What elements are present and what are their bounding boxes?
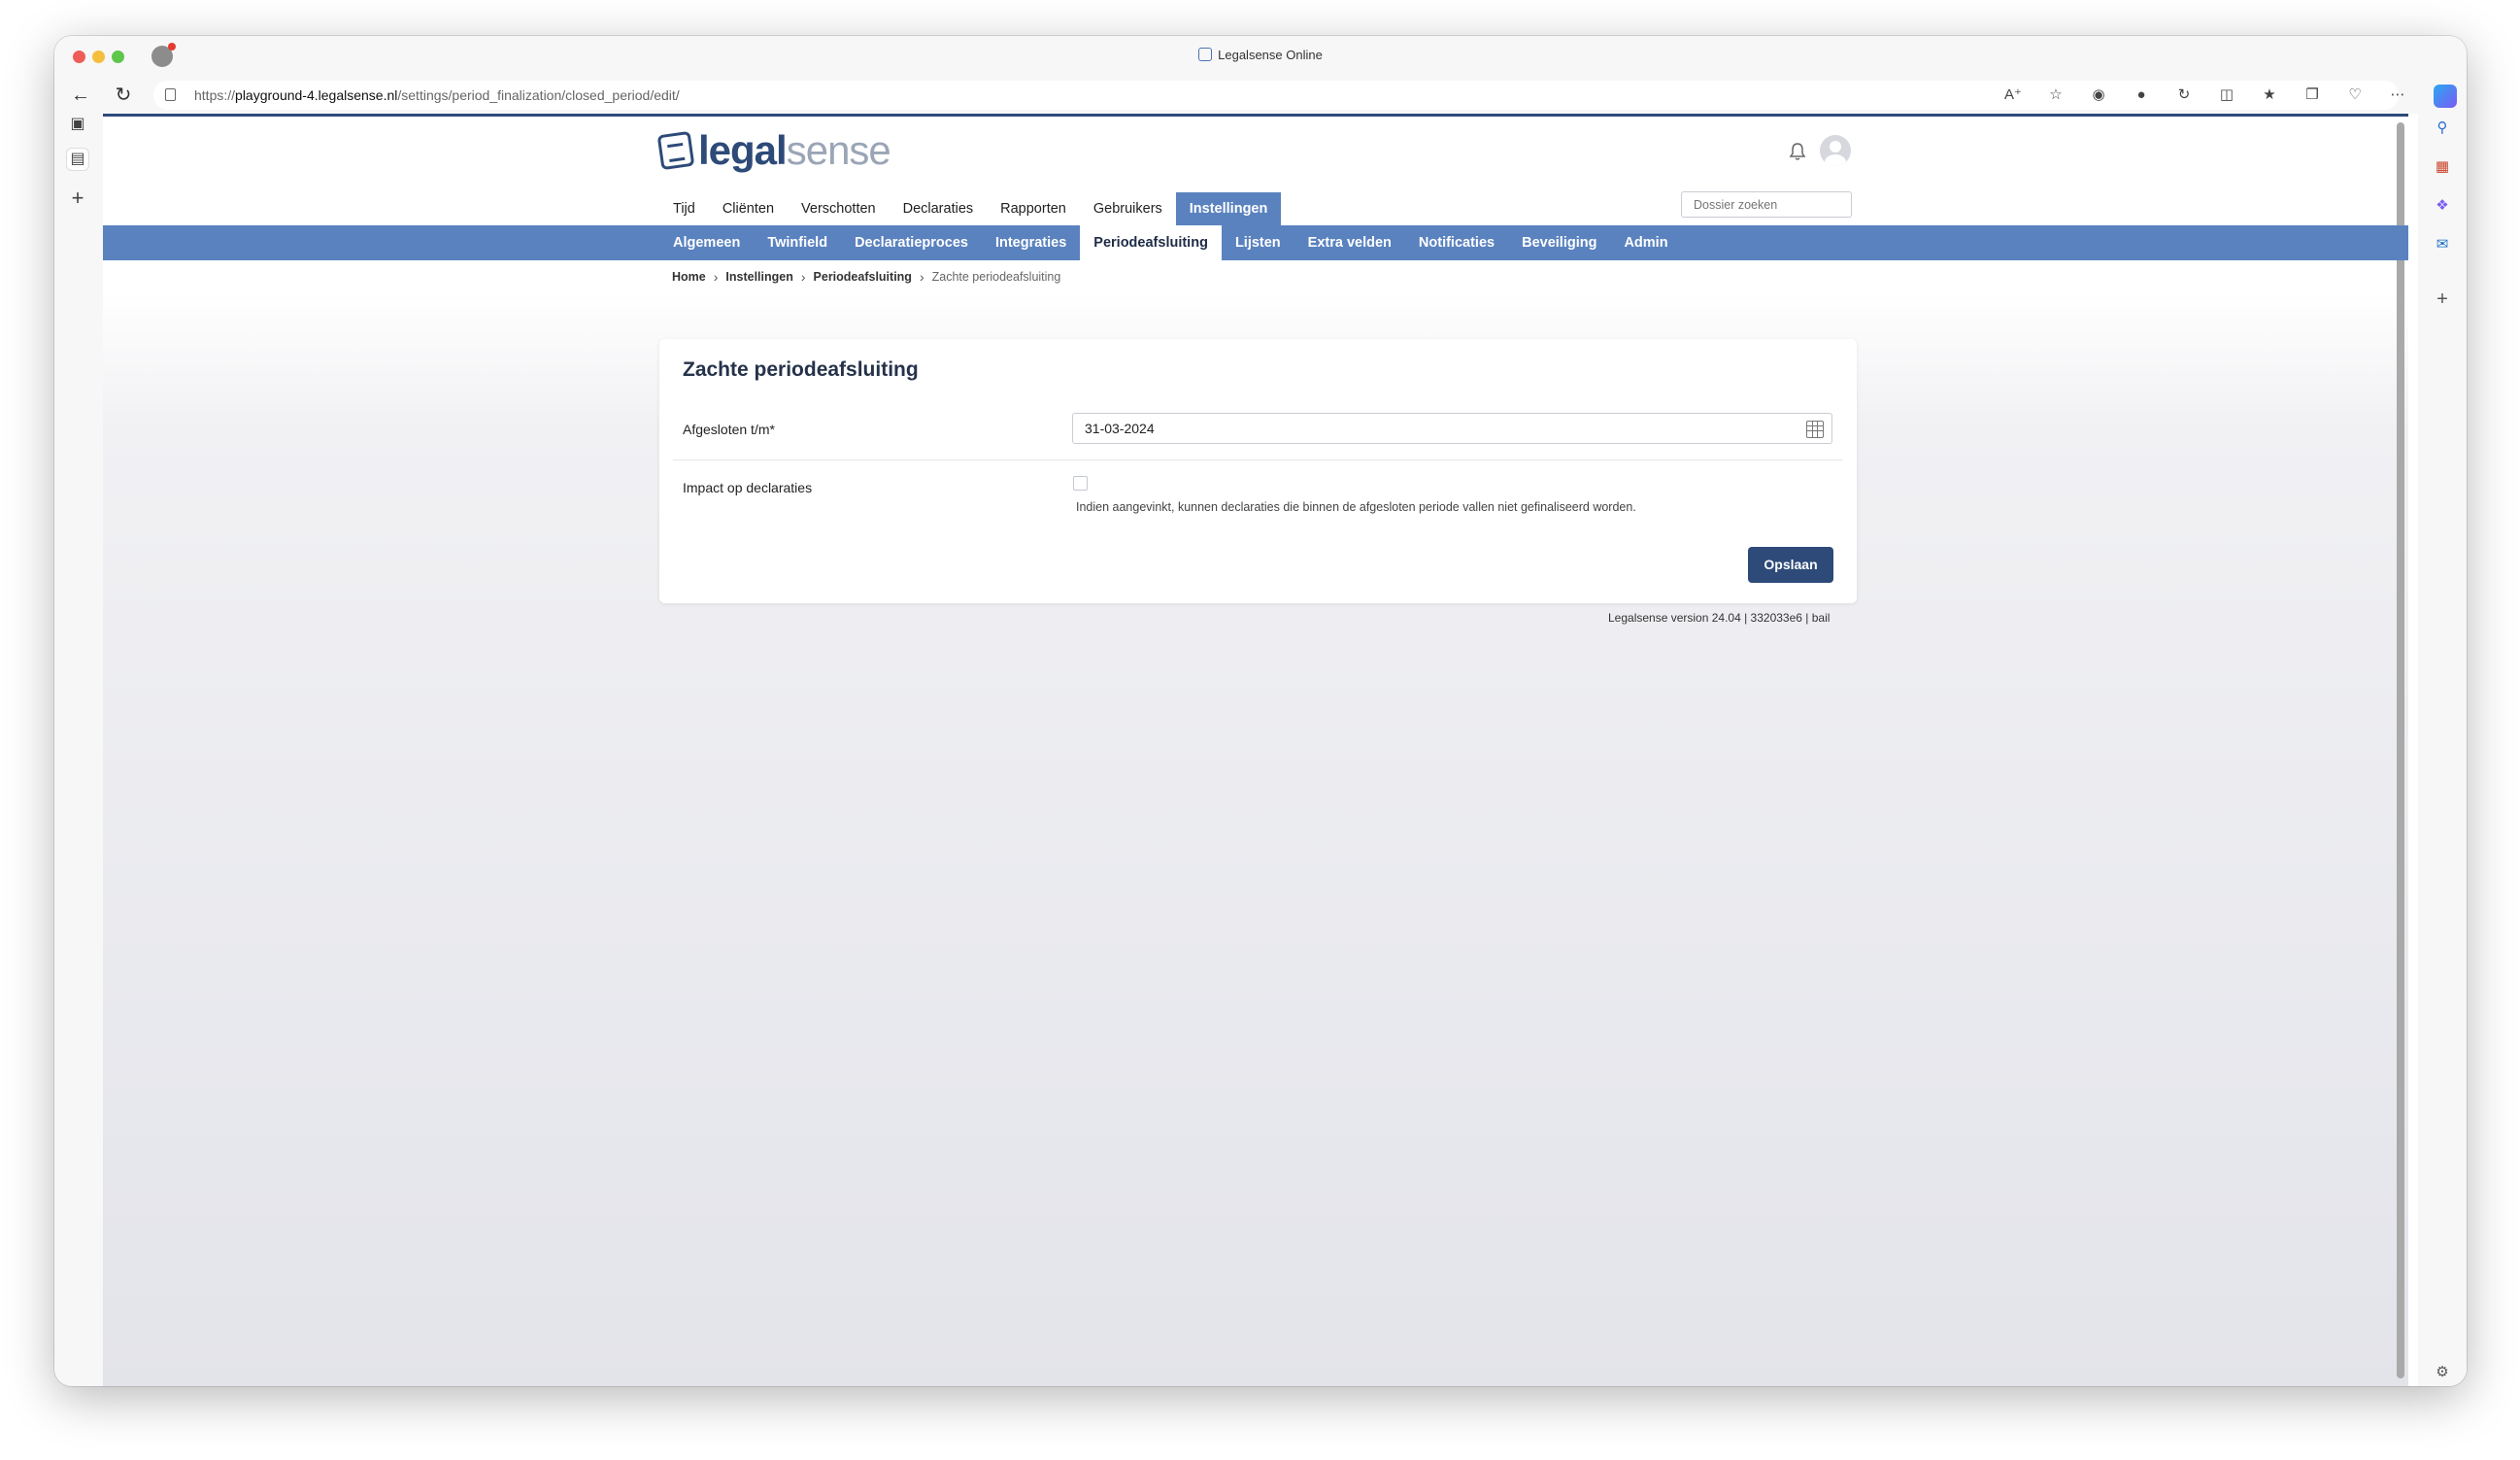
closed-until-label: Afgesloten t/m* xyxy=(683,422,775,437)
subnav-extra-velden[interactable]: Extra velden xyxy=(1294,225,1405,260)
settings-subnav: Algemeen Twinfield Declaratieproces Inte… xyxy=(103,225,2408,260)
page-viewport: legal sense Tijd Cliënten Verschotten Dec… xyxy=(103,114,2408,1386)
lock-icon xyxy=(165,88,176,101)
split-screen-icon[interactable]: ◫ xyxy=(2216,85,2237,106)
favicon-icon xyxy=(1198,48,1213,61)
performance-icon[interactable]: ♡ xyxy=(2344,85,2366,106)
browser-titlebar: Legalsense Online xyxy=(54,36,2467,77)
more-options-icon[interactable]: ⋯ xyxy=(2387,85,2408,106)
window-title-text: Legalsense Online xyxy=(1218,48,1323,62)
edge-sidebar: ⚲ ▦ ❖ ✉ + ⚙ xyxy=(2418,114,2467,1386)
url-host: playground-4.legalsense.nl xyxy=(235,87,398,103)
logo-text-bold: legal xyxy=(698,127,788,173)
save-button[interactable]: Opslaan xyxy=(1748,547,1833,583)
breadcrumb-home[interactable]: Home xyxy=(672,270,706,284)
subnav-algemeen[interactable]: Algemeen xyxy=(659,225,754,260)
notification-bell-icon[interactable] xyxy=(1789,142,1806,161)
main-nav-rapporten[interactable]: Rapporten xyxy=(987,192,1080,225)
favorites-icon[interactable]: ★ xyxy=(2259,85,2280,106)
subnav-integraties[interactable]: Integraties xyxy=(982,225,1080,260)
subnav-admin[interactable]: Admin xyxy=(1610,225,1681,260)
refresh-extension-icon[interactable]: ↻ xyxy=(2173,85,2195,106)
subnav-beveiliging[interactable]: Beveiliging xyxy=(1508,225,1610,260)
extension-icon[interactable]: ◉ xyxy=(2088,85,2109,106)
subnav-twinfield[interactable]: Twinfield xyxy=(754,225,841,260)
address-bar: ← ↻ https://playground-4.legalsense.nl/s… xyxy=(54,77,2467,114)
tab-actions-icon[interactable]: ▣ xyxy=(67,114,88,135)
outlook-icon[interactable]: ✉ xyxy=(2432,234,2453,255)
add-sidebar-app-icon[interactable]: + xyxy=(2432,289,2453,310)
impact-checkbox[interactable] xyxy=(1073,476,1088,491)
main-nav-clienten[interactable]: Cliënten xyxy=(709,192,788,225)
games-icon[interactable]: ❖ xyxy=(2432,195,2453,217)
main-nav-tijd[interactable]: Tijd xyxy=(659,192,709,225)
chevron-right-icon: › xyxy=(713,269,719,285)
breadcrumb-periodeafsluiting[interactable]: Periodeafsluiting xyxy=(814,270,912,284)
impact-help-text: Indien aangevinkt, kunnen declaraties di… xyxy=(1076,500,1636,514)
calendar-icon[interactable] xyxy=(1806,421,1824,438)
url-path: /settings/period_finalization/closed_per… xyxy=(397,87,680,103)
vertical-tabs-rail: ▣ ▤ + xyxy=(54,114,103,1386)
subnav-notificaties[interactable]: Notificaties xyxy=(1405,225,1508,260)
main-nav-verschotten[interactable]: Verschotten xyxy=(788,192,890,225)
version-footer: Legalsense version 24.04 | 332033e6 | ba… xyxy=(1608,611,1831,625)
copilot-icon[interactable] xyxy=(2434,85,2457,108)
new-tab-icon[interactable]: + xyxy=(67,187,88,209)
settings-gear-icon[interactable]: ⚙ xyxy=(2432,1362,2453,1383)
extension-2-icon[interactable]: ● xyxy=(2131,85,2152,106)
impact-label: Impact op declaraties xyxy=(683,480,813,495)
collections-icon[interactable]: ❐ xyxy=(2302,85,2323,106)
chevron-right-icon: › xyxy=(919,269,924,285)
legalsense-logo[interactable]: legal sense xyxy=(656,127,891,173)
form-card: Zachte periodeafsluiting Afgesloten t/m*… xyxy=(659,339,1857,603)
tools-icon[interactable]: ▦ xyxy=(2432,156,2453,178)
breadcrumb-instellingen[interactable]: Instellingen xyxy=(725,270,792,284)
subnav-lijsten[interactable]: Lijsten xyxy=(1222,225,1294,260)
subnav-declaratieproces[interactable]: Declaratieproces xyxy=(841,225,982,260)
browser-window: Legalsense Online ← ↻ https://playground… xyxy=(54,36,2467,1386)
chevron-right-icon: › xyxy=(800,269,806,285)
read-aloud-icon[interactable]: A⁺ xyxy=(2002,85,2024,106)
main-navigation: Tijd Cliënten Verschotten Declaraties Ra… xyxy=(659,192,1282,225)
page-title: Zachte periodeafsluiting xyxy=(683,358,919,381)
logo-text-light: sense xyxy=(786,127,891,173)
main-nav-declaraties[interactable]: Declaraties xyxy=(890,192,988,225)
back-icon[interactable]: ← xyxy=(68,84,93,107)
breadcrumb: Home › Instellingen › Periodeafsluiting … xyxy=(672,269,1060,285)
breadcrumb-current: Zachte periodeafsluiting xyxy=(931,270,1061,284)
tab-legalsense[interactable]: ▤ xyxy=(67,149,88,170)
search-icon[interactable]: ⚲ xyxy=(2432,118,2453,139)
url-scheme: https:// xyxy=(194,87,236,103)
subnav-periodeafsluiting[interactable]: Periodeafsluiting xyxy=(1080,225,1222,260)
closed-until-value: 31-03-2024 xyxy=(1085,421,1155,436)
user-avatar[interactable] xyxy=(1820,135,1851,166)
logo-icon xyxy=(656,130,695,171)
main-nav-instellingen[interactable]: Instellingen xyxy=(1175,192,1282,225)
scrollbar[interactable] xyxy=(2397,122,2404,1378)
closed-until-date-input[interactable]: 31-03-2024 xyxy=(1072,413,1832,444)
reload-icon[interactable]: ↻ xyxy=(111,84,136,107)
address-bar-actions: A⁺ ☆ ◉ ● ↻ ◫ ★ ❐ ♡ ⋯ xyxy=(2002,85,2408,106)
dossier-search-input[interactable] xyxy=(1681,191,1852,218)
main-nav-gebruikers[interactable]: Gebruikers xyxy=(1080,192,1176,225)
url-text[interactable]: https://playground-4.legalsense.nl/setti… xyxy=(194,87,680,103)
divider xyxy=(673,459,1843,460)
window-title: Legalsense Online xyxy=(54,48,2467,62)
favorite-star-icon[interactable]: ☆ xyxy=(2045,85,2066,106)
